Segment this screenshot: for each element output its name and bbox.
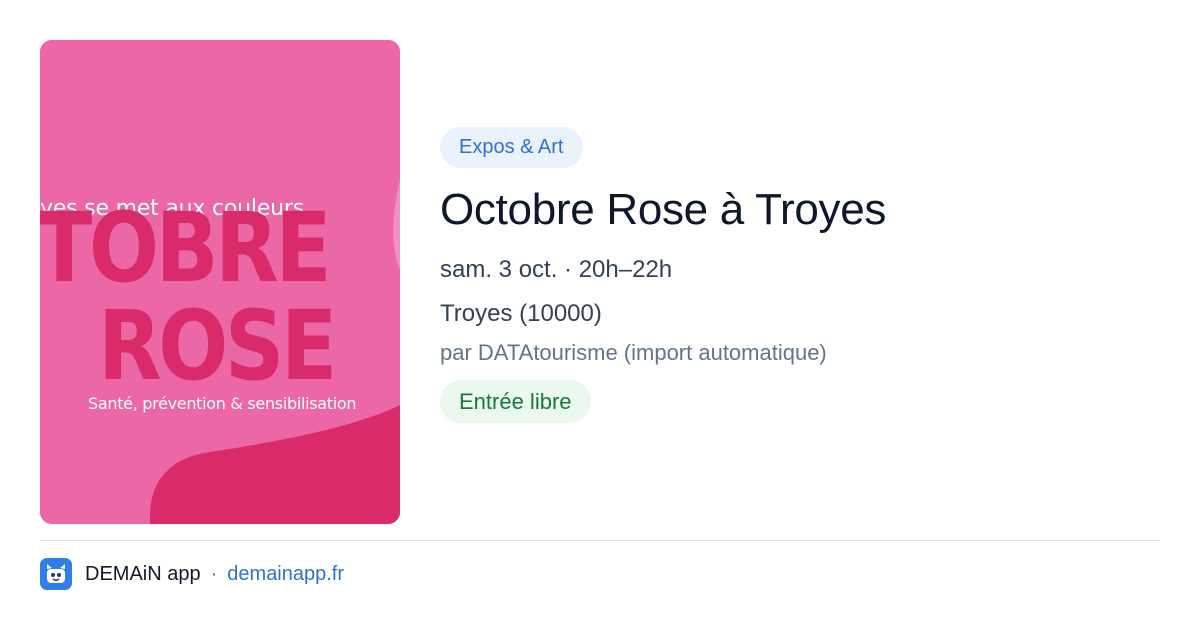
footer-divider <box>40 540 1160 541</box>
category-badge[interactable]: Expos & Art <box>440 127 583 168</box>
event-preview-card: yes se met aux couleurs TOBRE ROSE Santé… <box>0 0 1200 630</box>
footer-separator: · <box>210 562 218 585</box>
app-name: DEMAiN app <box>85 562 201 585</box>
app-website-link[interactable]: demainapp.fr <box>227 563 344 586</box>
event-source: par DATAtourisme (import automatique) <box>440 340 827 365</box>
demain-app-logo-icon <box>40 558 72 590</box>
price-badge: Entrée libre <box>440 380 591 423</box>
event-title: Octobre Rose à Troyes <box>440 185 887 234</box>
footer: DEMAiN app · demainapp.fr <box>40 558 344 590</box>
event-info: Expos & Art Octobre Rose à Troyes sam. 3… <box>440 127 1160 423</box>
event-poster-image: yes se met aux couleurs TOBRE ROSE Santé… <box>40 40 400 524</box>
event-date-time: sam. 3 oct. · 20h–22h <box>440 256 673 283</box>
poster-headline-line2: ROSE <box>98 290 337 402</box>
poster-headline-line1: TOBRE <box>40 192 332 304</box>
event-location: Troyes (10000) <box>440 300 602 327</box>
poster-subtitle: Santé, prévention & sensibilisation <box>88 394 357 413</box>
